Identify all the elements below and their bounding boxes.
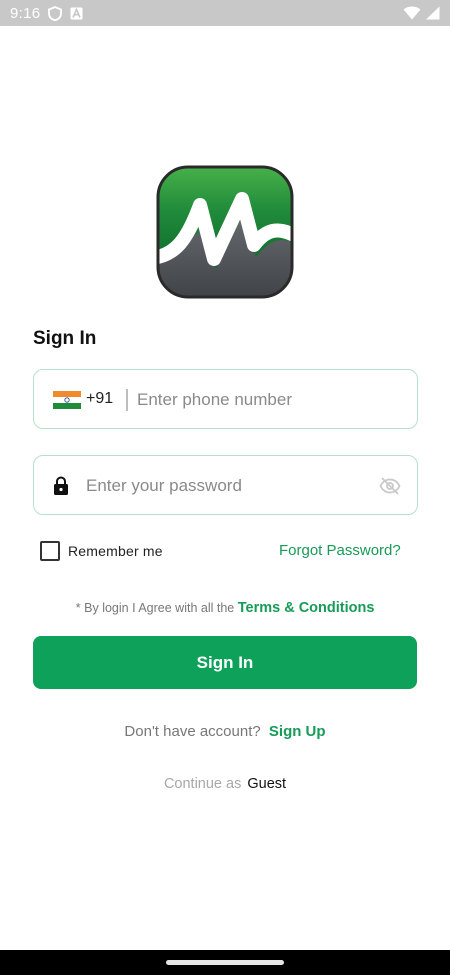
guest-row: Continue as Guest bbox=[0, 776, 450, 792]
status-time: 9:16 bbox=[10, 4, 41, 22]
terms-text: By login I Agree with all the bbox=[84, 601, 235, 615]
country-code[interactable]: +91 bbox=[86, 390, 113, 408]
terms-notice: * By login I Agree with all the Terms & … bbox=[0, 600, 450, 616]
terms-star: * bbox=[75, 600, 81, 615]
signal-icon bbox=[426, 6, 440, 20]
status-bar-right bbox=[403, 6, 440, 20]
wifi-icon bbox=[403, 6, 421, 20]
remember-me[interactable]: Remember me bbox=[40, 541, 163, 561]
lock-icon bbox=[54, 476, 68, 495]
page-title: Sign In bbox=[33, 328, 97, 349]
password-input[interactable] bbox=[86, 472, 366, 500]
sign-in-button[interactable]: Sign In bbox=[33, 636, 417, 689]
a-letter-icon bbox=[70, 7, 83, 19]
m-logo-icon bbox=[156, 165, 294, 299]
guest-link[interactable]: Guest bbox=[247, 776, 286, 792]
signup-row: Don't have account? Sign Up bbox=[0, 723, 450, 740]
no-account-text: Don't have account? bbox=[124, 723, 261, 740]
status-bar: 9:16 bbox=[0, 0, 450, 26]
eye-off-icon[interactable] bbox=[379, 476, 401, 496]
navigation-bar bbox=[0, 950, 450, 975]
status-bar-left: 9:16 bbox=[10, 5, 83, 22]
phone-field[interactable]: +91 bbox=[33, 369, 418, 429]
password-field[interactable] bbox=[33, 455, 418, 515]
shield-icon bbox=[48, 5, 63, 21]
remember-me-label: Remember me bbox=[68, 543, 163, 559]
india-flag-icon bbox=[53, 391, 81, 409]
continue-as-text: Continue as bbox=[163, 776, 242, 792]
phone-input[interactable] bbox=[137, 386, 397, 414]
sign-up-link[interactable]: Sign Up bbox=[269, 723, 326, 740]
forgot-password-link[interactable]: Forgot Password? bbox=[279, 542, 401, 559]
terms-link[interactable]: Terms & Conditions bbox=[238, 600, 375, 616]
remember-me-checkbox[interactable] bbox=[40, 541, 60, 561]
phone-divider bbox=[126, 389, 128, 411]
home-gesture-handle[interactable] bbox=[166, 960, 284, 965]
